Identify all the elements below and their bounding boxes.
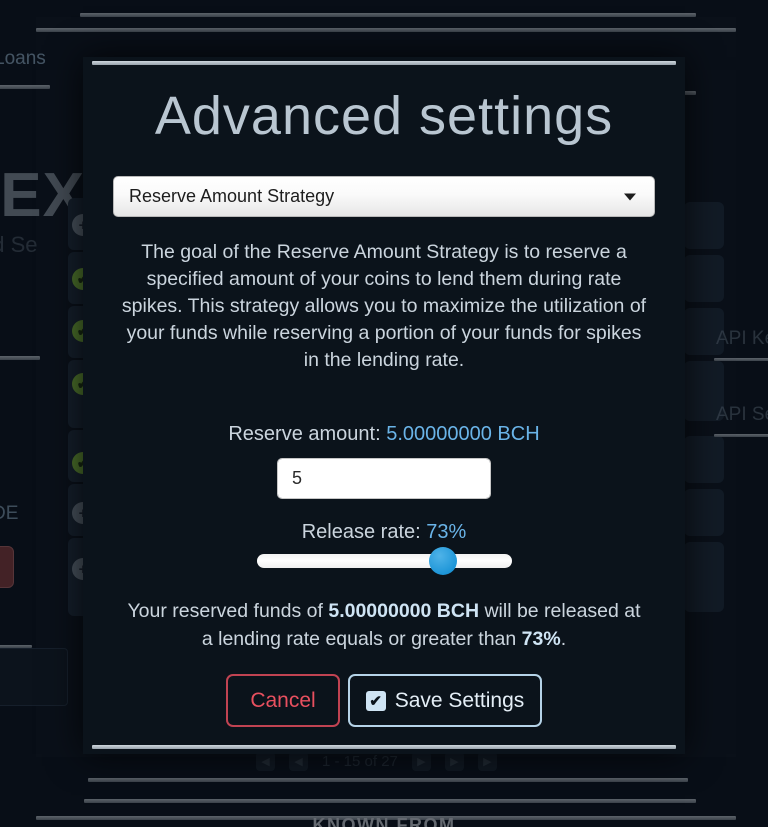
release-rate-line: Release rate: 73% xyxy=(83,521,685,544)
dialog-title: Advanced settings xyxy=(154,86,614,146)
summary-amount: 5.00000000 BCH xyxy=(328,600,480,622)
app-root: Loans IEX nd Se Bitcoin Cash ON BCH + ✔ … xyxy=(0,0,768,827)
summary-part1: Your reserved funds of xyxy=(127,600,329,622)
modal-bottom-rule xyxy=(92,745,676,749)
reserve-amount-line: Reserve amount: 5.00000000 BCH xyxy=(83,423,685,446)
strategy-select[interactable]: Reserve Amount Strategy xyxy=(113,176,655,217)
chevron-down-icon xyxy=(624,193,636,200)
save-settings-label: Save Settings xyxy=(394,688,525,712)
dialog-actions: Cancel ✔ Save Settings xyxy=(83,674,685,727)
release-rate-value: 73% xyxy=(426,521,467,543)
strategy-description: The goal of the Reserve Amount Strategy … xyxy=(121,241,647,371)
reserve-summary: Your reserved funds of 5.00000000 BCH wi… xyxy=(127,597,641,653)
release-rate-slider[interactable] xyxy=(257,547,512,575)
summary-rate: 73% xyxy=(521,628,561,650)
reserve-amount-value: 5.00000000 BCH xyxy=(386,423,540,445)
summary-part3: . xyxy=(560,628,567,650)
modal-top-rule xyxy=(92,61,676,65)
release-rate-slider-thumb[interactable] xyxy=(429,547,458,575)
cancel-button[interactable]: Cancel xyxy=(226,674,340,727)
reserve-amount-input[interactable] xyxy=(278,459,490,498)
advanced-settings-dialog: Advanced settings Reserve Amount Strateg… xyxy=(83,57,685,754)
checkbox-checked-icon: ✔ xyxy=(365,690,386,711)
reserve-amount-group[interactable]: BCH xyxy=(277,458,491,499)
release-rate-label: Release rate: xyxy=(301,521,427,543)
reserve-amount-label: Reserve amount: xyxy=(228,423,387,445)
save-settings-button[interactable]: ✔ Save Settings xyxy=(348,674,542,727)
strategy-select-value: Reserve Amount Strategy xyxy=(129,186,335,206)
